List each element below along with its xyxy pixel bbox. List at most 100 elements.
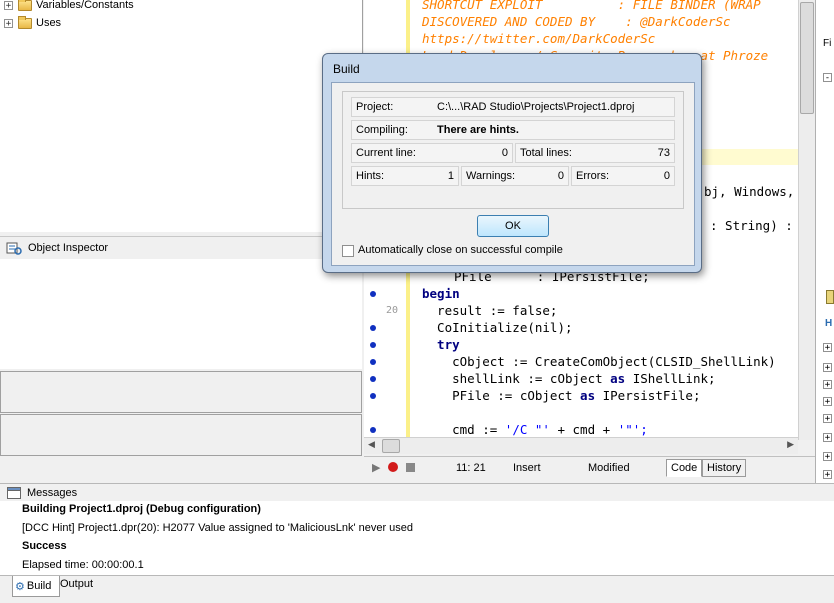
dialog-content: Project: C:\...\RAD Studio\Projects\Proj… [331, 82, 695, 266]
scroll-left-icon[interactable]: ◀ [368, 439, 375, 450]
code-line: result := false; [422, 303, 558, 318]
collapse-icon[interactable]: - [823, 73, 832, 83]
object-inspector-header[interactable]: Object Inspector [0, 236, 362, 260]
hints-label: Hints: [356, 170, 385, 182]
hints-value: 1 [447, 170, 454, 182]
project-value: C:\...\RAD Studio\Projects\Project1.dpro… [437, 101, 635, 113]
messages-icon [7, 487, 21, 499]
code-line: cObject := CreateComObject(CLSID_ShellLi… [422, 354, 776, 369]
code-line: cmd := '/C "' + cmd + '"'; [422, 422, 648, 437]
scroll-right-icon[interactable]: ▶ [787, 439, 794, 450]
breakpoint-dot-icon[interactable] [370, 393, 376, 399]
object-inspector-description-box [0, 371, 362, 413]
play-macro-icon[interactable]: ▶ [372, 461, 380, 474]
tab-label: Build [26, 580, 52, 592]
expand-icon[interactable]: + [823, 414, 832, 424]
code-line: CoInitialize(nil); [422, 320, 573, 335]
messages-list[interactable]: Building Project1.dproj (Debug configura… [0, 501, 834, 575]
message-line[interactable]: Elapsed time: 00:00:00.1 [22, 559, 144, 571]
tree-item-variables-constants[interactable]: + Variables/Constants [4, 0, 134, 13]
tab-code[interactable]: Code [666, 459, 703, 477]
warnings-label: Warnings: [466, 170, 516, 182]
message-line[interactable]: [DCC Hint] Project1.dpr(20): H2077 Value… [22, 522, 413, 534]
message-line[interactable]: Building Project1.dproj (Debug configura… [22, 503, 261, 515]
folder-icon [18, 0, 32, 11]
messages-header[interactable]: Messages [0, 483, 834, 502]
errors-label: Errors: [576, 170, 609, 182]
ok-button[interactable]: OK [477, 215, 549, 237]
record-macro-icon[interactable] [388, 462, 398, 472]
object-inspector-body[interactable] [0, 259, 362, 369]
editor-statusbar: ▶ 11: 21 Insert Modified Code History [364, 456, 834, 479]
expand-icon[interactable]: + [823, 363, 832, 373]
tab-build[interactable]: ⚙ Build [12, 576, 60, 597]
object-inspector-title: Object Inspector [28, 242, 109, 254]
build-info-panel: Project: C:\...\RAD Studio\Projects\Proj… [342, 91, 684, 209]
palette-icon[interactable] [826, 290, 834, 304]
folder-icon [18, 15, 32, 29]
expand-icon[interactable]: + [823, 397, 832, 407]
current-line-value: 0 [501, 147, 508, 159]
expand-icon[interactable]: + [823, 343, 832, 353]
tree-item-label: Variables/Constants [36, 0, 134, 11]
compiling-label: Compiling: [356, 124, 408, 136]
code-comment-line: SHORTCUT EXPLOIT : FILE BINDER (WRAP [422, 0, 761, 12]
insert-mode: Insert [513, 462, 541, 474]
expand-icon[interactable]: + [823, 380, 832, 390]
current-line-cell: Current line: 0 [351, 143, 513, 163]
expand-icon[interactable]: + [4, 0, 13, 10]
messages-tabs: ⚙ Build Output [0, 575, 834, 603]
modified-state: Modified [588, 462, 630, 474]
tree-item-uses[interactable]: + Uses [4, 15, 61, 31]
breakpoint-dot-icon[interactable] [370, 359, 376, 365]
stop-macro-icon[interactable] [406, 463, 415, 472]
build-dialog: Build Project: C:\...\RAD Studio\Project… [322, 53, 702, 273]
hints-cell: Hints: 1 [351, 166, 459, 186]
tab-history[interactable]: History [702, 459, 747, 477]
code-fragment: bj, Windows, [704, 184, 795, 199]
right-strip-label: Fi [823, 38, 832, 49]
dialog-title: Build [333, 62, 360, 76]
right-strip-label: H [825, 318, 833, 329]
errors-value: 0 [663, 170, 670, 182]
expand-icon[interactable]: + [823, 470, 832, 480]
project-label: Project: [356, 101, 394, 113]
warnings-cell: Warnings: 0 [461, 166, 569, 186]
breakpoint-dot-icon[interactable] [370, 342, 376, 348]
breakpoint-dot-icon[interactable] [370, 325, 376, 331]
editor-horizontal-scrollbar[interactable]: ◀ ▶ [364, 437, 798, 454]
code-line: shellLink := cObject as IShellLink; [422, 371, 716, 386]
scrollbar-thumb[interactable] [800, 2, 814, 114]
warnings-value: 0 [557, 170, 564, 182]
expand-icon[interactable]: + [4, 18, 13, 28]
cursor-position: 11: 21 [456, 462, 486, 474]
code-comment-line: DISCOVERED AND CODED BY : @DarkCoderSc [422, 14, 731, 29]
auto-close-label[interactable]: Automatically close on successful compil… [358, 244, 563, 256]
expand-icon[interactable]: + [823, 433, 832, 443]
code-fragment: : String) : [710, 218, 793, 233]
auto-close-checkbox[interactable] [342, 245, 354, 257]
object-inspector-icon [6, 242, 22, 255]
tree-item-label: Uses [36, 17, 62, 29]
total-lines-value: 73 [657, 147, 670, 159]
code-line: try [422, 337, 460, 352]
errors-cell: Errors: 0 [571, 166, 675, 186]
total-lines-cell: Total lines: 73 [515, 143, 675, 163]
scrollbar-thumb[interactable] [382, 439, 400, 453]
build-icon: ⚙ [15, 580, 25, 593]
structure-tree-panel: + Variables/Constants + Uses [0, 0, 363, 232]
expand-icon[interactable]: + [823, 452, 832, 462]
tab-output[interactable]: Output [60, 578, 93, 590]
compiling-row: Compiling: There are hints. [351, 120, 675, 140]
breakpoint-dot-icon[interactable] [370, 376, 376, 382]
code-comment-line: https://twitter.com/DarkCoderSc [422, 31, 656, 46]
message-line[interactable]: Success [22, 540, 67, 552]
breakpoint-dot-icon[interactable] [370, 427, 376, 433]
total-lines-label: Total lines: [520, 147, 572, 159]
code-line: begin [422, 286, 460, 301]
current-line-label: Current line: [356, 147, 416, 159]
code-line: PFile := cObject as IPersistFile; [422, 388, 701, 403]
compiling-value: There are hints. [437, 124, 519, 136]
line-number: 20 [386, 305, 399, 316]
breakpoint-dot-icon[interactable] [370, 291, 376, 297]
